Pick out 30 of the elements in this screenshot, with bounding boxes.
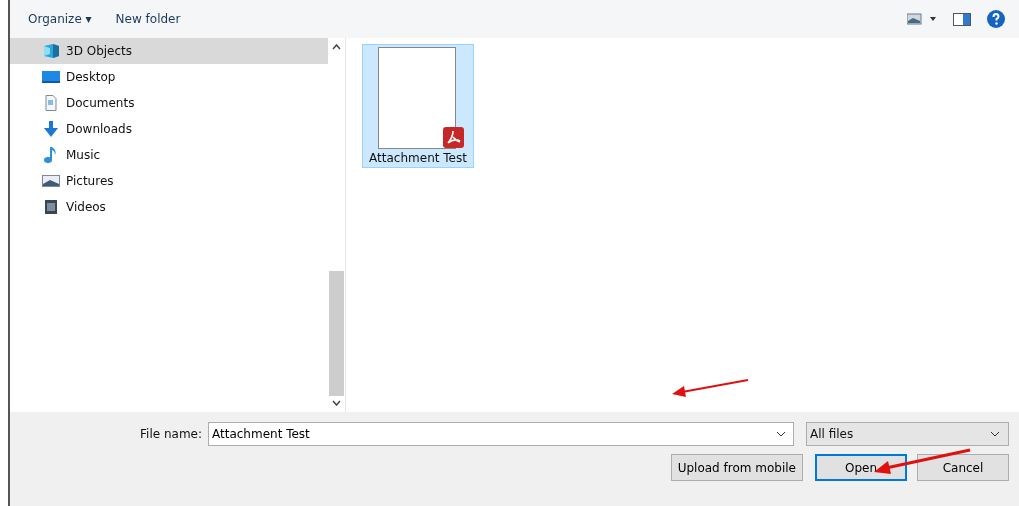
picture-icon — [42, 173, 60, 189]
document-icon — [42, 95, 60, 111]
cancel-button[interactable]: Cancel — [917, 454, 1009, 481]
help-icon[interactable] — [987, 10, 1005, 28]
scrollbar-thumb[interactable] — [329, 271, 344, 396]
dropdown-caret-icon[interactable] — [776, 431, 786, 437]
sidebar-item[interactable]: 3D Objects — [10, 38, 328, 64]
sidebar-item[interactable]: Downloads — [10, 116, 328, 142]
file-type-dropdown[interactable]: All files — [806, 422, 1009, 446]
cube-icon — [42, 43, 60, 59]
open-button[interactable]: Open — [815, 454, 907, 481]
scroll-up-icon[interactable] — [332, 44, 341, 50]
scroll-down-icon[interactable] — [332, 400, 341, 406]
organize-button[interactable]: Organize ▾ — [24, 10, 96, 28]
new-folder-button[interactable]: New folder — [111, 10, 185, 28]
sidebar-item[interactable]: Pictures — [10, 168, 328, 194]
upload-button[interactable]: Upload from mobile — [670, 454, 803, 481]
sidebar-item[interactable]: Videos — [10, 194, 328, 220]
sidebar-item[interactable]: Desktop — [10, 64, 328, 90]
file-name-label: File name: — [140, 427, 202, 441]
sidebar-item[interactable]: Documents — [10, 90, 328, 116]
file-item[interactable]: Attachment Test — [362, 44, 474, 168]
down-arrow-icon — [42, 121, 60, 137]
file-name-field[interactable]: Attachment Test — [208, 422, 794, 446]
dropdown-caret-icon[interactable] — [990, 431, 1000, 437]
view-options-icon[interactable] — [907, 13, 937, 25]
sidebar-item[interactable]: Music — [10, 142, 328, 168]
preview-pane-icon[interactable] — [953, 12, 971, 26]
monitor-icon — [42, 69, 60, 85]
film-icon — [42, 199, 60, 215]
